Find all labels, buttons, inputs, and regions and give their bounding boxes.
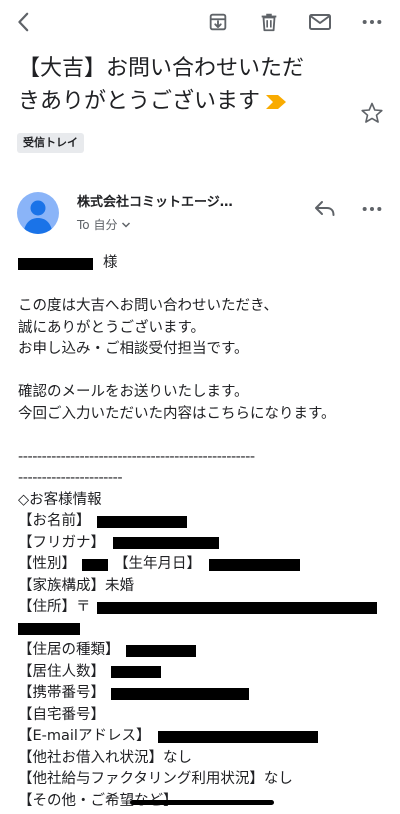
redacted-value: [111, 687, 249, 700]
redacted-value: [96, 515, 187, 528]
recipient-details[interactable]: To 自分: [77, 216, 131, 233]
body-text-line: 誠にありがとうございます。: [18, 319, 206, 336]
field-home-phone: 【自宅番号】: [18, 706, 105, 723]
field-label: 【住居の種類】: [18, 642, 120, 658]
star-icon[interactable]: [358, 99, 386, 127]
separator-line: ----------------------------------------…: [18, 448, 255, 465]
field-label: 【携帯番号】: [18, 685, 105, 701]
field-label: 【お名前】: [18, 513, 91, 529]
redacted-value: [125, 644, 196, 657]
redacted-value: [111, 666, 161, 679]
subject-line-2-text: きありがとうございます: [18, 89, 261, 114]
recipient-text: To 自分: [77, 218, 118, 232]
mail-icon[interactable]: [306, 8, 334, 36]
salutation-text: 様: [103, 255, 118, 271]
field-label: 【性別】: [18, 556, 76, 572]
email-body: 様 この度は大吉へお問い合わせいただき、 誠にありがとうございます。 お申し込み…: [18, 253, 388, 812]
redacted-value: [158, 730, 319, 743]
redacted-value: [96, 601, 377, 614]
inbox-label-chip[interactable]: 受信トレイ: [17, 133, 84, 153]
body-text-line: この度は大吉へお問い合わせいただき、: [18, 298, 278, 314]
field-other-loans: 【他社お借入れ状況】なし: [18, 749, 192, 766]
field-label: 【E-mailアドレス】: [18, 728, 151, 744]
importance-marker-icon[interactable]: [266, 86, 287, 119]
archive-icon[interactable]: [204, 8, 232, 36]
body-text-line: 今回ご入力いただいた内容はこちらになります。: [18, 405, 336, 422]
body-text-line: 確認のメールをお送りいたします。: [18, 384, 249, 400]
subject-line-1: 【大吉】お問い合わせいただ: [18, 56, 305, 81]
field-label: 【居住人数】: [18, 663, 105, 680]
field-label: 【生年月日】: [114, 556, 201, 572]
field-gender-birthday: 【性別】 【生年月日】: [18, 554, 388, 576]
message-more-icon[interactable]: [358, 194, 386, 224]
reply-button[interactable]: [310, 194, 340, 224]
sender-row: 株式会社コミットエージ… To 自分: [0, 188, 400, 238]
email-subject: 【大吉】お問い合わせいただ きありがとうございます: [18, 52, 348, 119]
field-mobile: 【携帯番号】: [18, 683, 388, 705]
redacted-value: [209, 558, 300, 571]
field-address-cont: [18, 619, 388, 641]
separator-line: ----------------------: [18, 470, 123, 486]
avatar[interactable]: [17, 192, 59, 234]
redacted-value: [18, 623, 80, 636]
field-furigana: 【フリガナ】: [18, 533, 388, 555]
subject-line-2: きありがとうございます: [18, 85, 348, 119]
field-address: 【住所】〒: [18, 597, 388, 619]
field-residence-type: 【住居の種類】: [18, 640, 388, 662]
sender-name[interactable]: 株式会社コミットエージ…: [77, 191, 252, 210]
field-factoring: 【他社給与ファクタリング利用状況】なし: [18, 771, 293, 787]
section-title: ◇お客様情報: [18, 491, 102, 508]
trash-icon[interactable]: [255, 8, 283, 36]
field-email: 【E-mailアドレス】: [18, 726, 388, 748]
redacted-recipient-name: [18, 257, 93, 270]
field-label: 【フリガナ】: [18, 534, 105, 551]
arrow-back-icon[interactable]: [10, 8, 38, 36]
home-indicator[interactable]: [130, 800, 274, 805]
top-toolbar: [0, 0, 400, 44]
field-name: 【お名前】: [18, 511, 388, 533]
field-residents: 【居住人数】: [18, 662, 388, 684]
field-label: 【住所】〒: [18, 599, 91, 615]
chevron-down-icon: [121, 218, 131, 232]
redacted-value: [113, 537, 219, 550]
body-text-line: お申し込み・ご相談受付担当です。: [18, 341, 249, 357]
field-family: 【家族構成】未婚: [18, 577, 134, 594]
salutation-line: 様: [18, 253, 388, 275]
redacted-value: [82, 558, 108, 571]
more-dots-icon[interactable]: [358, 8, 386, 36]
